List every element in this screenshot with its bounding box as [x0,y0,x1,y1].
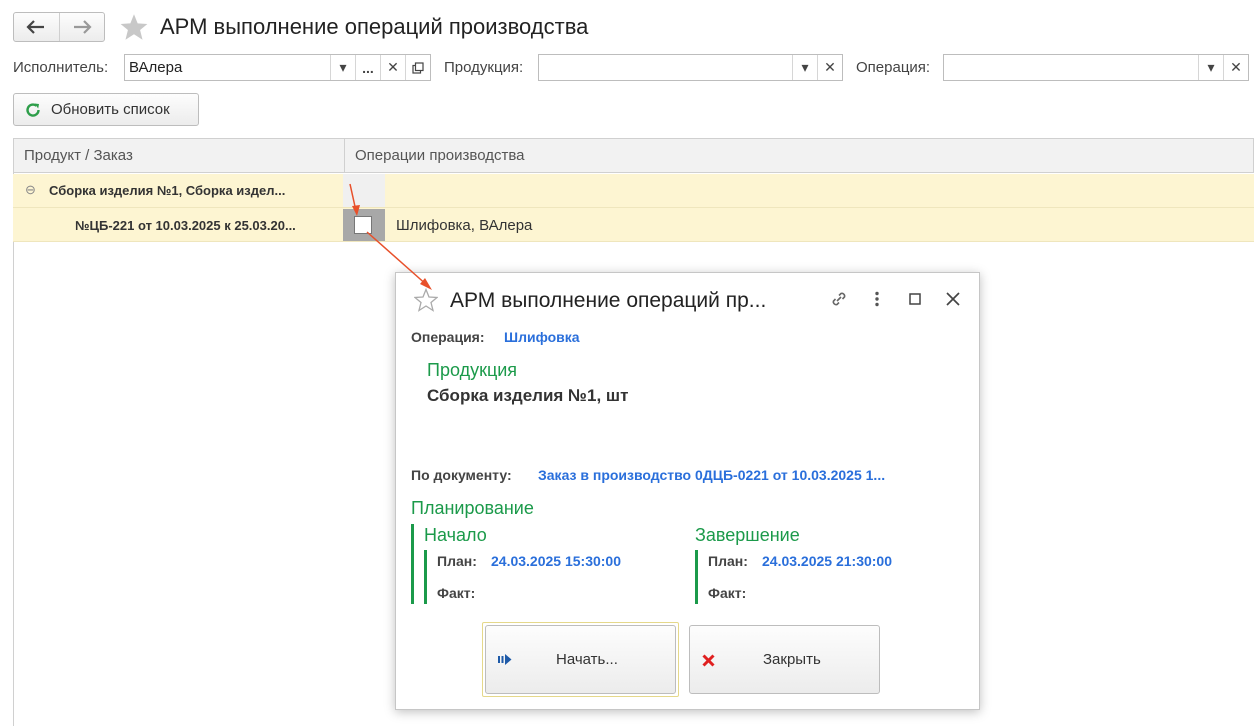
annotation-arrows [349,183,432,290]
annotation-arrow-down [349,183,360,216]
annotation-arrow-to-dialog [366,231,432,290]
